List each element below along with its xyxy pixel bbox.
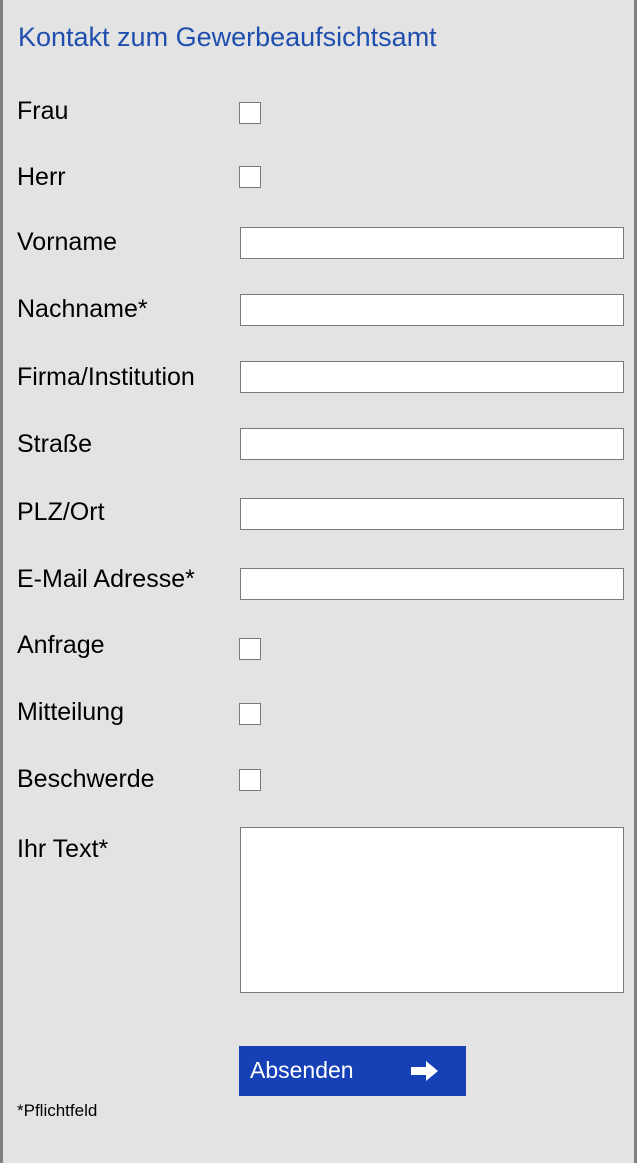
beschwerde-label: Beschwerde [17,765,155,793]
strasse-label: Straße [17,430,93,458]
strasse-field[interactable] [240,428,624,460]
anfrage-label: Anfrage [17,631,105,659]
anfrage-checkbox[interactable] [239,638,261,660]
firma-field[interactable] [240,361,624,393]
submit-button-label: Absenden [250,1057,354,1083]
email-field[interactable] [240,568,624,600]
frau-label: Frau [17,97,69,125]
required-field-note: *Pflichtfeld [17,1101,98,1120]
frau-checkbox[interactable] [239,102,261,124]
mitteilung-checkbox[interactable] [239,703,261,725]
form-title: Kontakt zum Gewerbeaufsichtsamt [18,22,437,52]
plz-ort-field[interactable] [240,498,624,530]
herr-label: Herr [17,163,66,191]
vorname-field[interactable] [240,227,624,259]
herr-checkbox[interactable] [239,166,261,188]
vorname-label: Vorname [17,228,118,256]
arrow-right-icon [411,1060,439,1082]
mitteilung-label: Mitteilung [17,698,124,726]
beschwerde-checkbox[interactable] [239,769,261,791]
email-label: E-Mail Adresse* [17,565,195,593]
submit-button[interactable]: Absenden [239,1046,466,1096]
nachname-field[interactable] [240,294,624,326]
firma-label: Firma/Institution [17,363,195,391]
nachname-label: Nachname* [17,295,148,323]
contact-form-panel: Kontakt zum Gewerbeaufsichtsamt Frau Her… [0,0,637,1163]
message-textarea[interactable] [240,827,624,993]
message-label: Ihr Text* [17,835,109,863]
plz-ort-label: PLZ/Ort [17,498,105,526]
